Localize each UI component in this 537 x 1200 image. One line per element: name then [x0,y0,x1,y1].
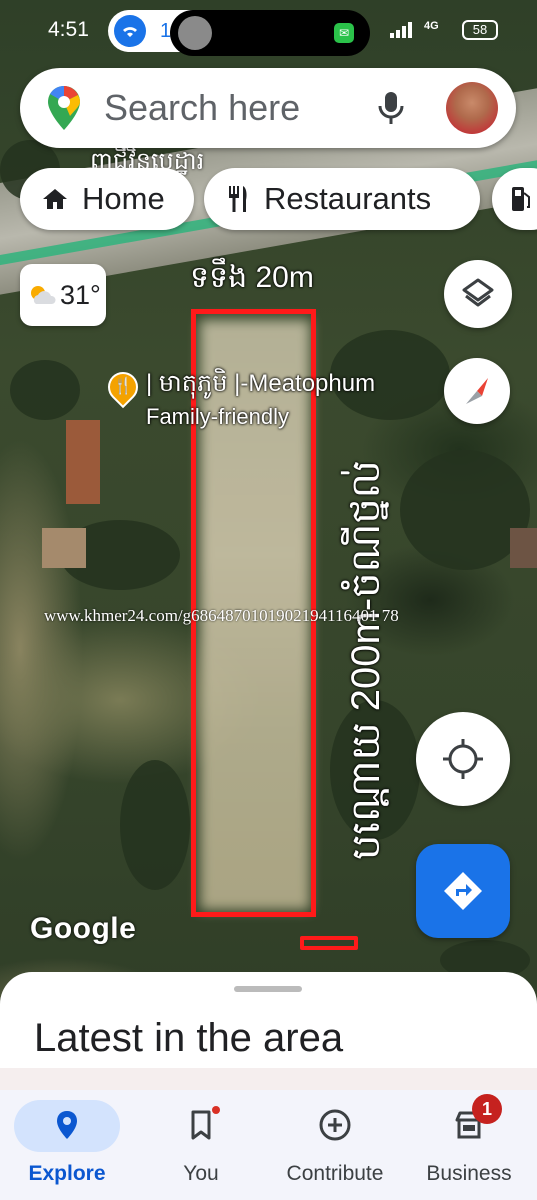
poi-name-label[interactable]: | មាតុភូមិ |-Meatophum [146,368,375,403]
directions-button[interactable] [416,844,510,938]
location-pin-icon [57,1111,77,1139]
nav-contribute-label: Contribute [286,1162,384,1185]
fork-knife-icon [229,186,247,212]
nav-you[interactable]: You [134,1090,268,1200]
building-roof [66,420,100,504]
signal-icon [390,22,414,38]
length-annotation: បណ្ដោយ 200m-ចំណីថ្នល់ [344,460,388,860]
weather-temperature: 31° [60,279,101,310]
nav-business[interactable]: 1 Business [402,1090,536,1200]
directions-icon [444,872,482,910]
tree-cluster [120,760,190,890]
google-maps-icon [48,86,80,130]
google-attribution: Google [30,912,137,945]
partly-cloudy-icon [31,286,56,304]
network-type: 4G [424,20,439,32]
land-plot-marker [300,936,358,950]
width-annotation: ទទឹង 20m [190,261,314,294]
business-badge: 1 [472,1094,502,1124]
nav-explore-label: Explore [28,1162,106,1185]
media-thumbnail-icon [178,16,212,50]
sheet-title: Latest in the area [34,1016,344,1060]
chip-home-label: Home [82,181,165,216]
chip-restaurants[interactable]: Restaurants [204,168,480,230]
sheet-drag-handle[interactable] [234,986,302,992]
nav-business-label: Business [426,1162,512,1185]
building-roof [42,528,86,568]
weather-chip[interactable]: 31° [20,264,106,326]
layers-button[interactable] [444,260,512,328]
home-icon [43,189,67,209]
layers-icon [462,278,494,307]
chip-home[interactable]: Home [20,168,194,230]
poi-subtitle-label: Family-friendly [146,404,290,429]
tree-cluster [10,360,80,420]
nav-explore[interactable]: Explore [0,1090,134,1200]
add-circle-icon [319,1109,351,1141]
building-roof [510,528,537,568]
chip-restaurants-label: Restaurants [264,181,432,216]
dynamic-island: ✉ [170,10,370,56]
watermark-text: www.khmer24.com/g6864870101902194116401 … [44,606,399,625]
bottom-navigation: Explore You Contribute 1 Business [0,1090,537,1200]
wifi-icon [114,15,146,47]
restaurant-pin-icon[interactable]: 🍴 [101,365,145,409]
search-input[interactable]: Search here [104,87,300,129]
search-bar[interactable]: Search here [20,68,516,148]
battery-icon: 58 [462,20,498,40]
microphone-icon[interactable] [376,90,406,126]
my-location-button[interactable] [416,712,510,806]
notification-dot [212,1106,220,1114]
status-time: 4:51 [48,18,89,41]
nav-you-label: You [183,1162,219,1185]
sheet-content-edge [0,1068,537,1090]
status-bar: 4:51 1 ✉ 4G 58 [0,0,537,62]
compass-icon [466,378,488,404]
wechat-icon: ✉ [334,23,354,43]
crosshair-icon [443,739,483,779]
gas-station-icon [512,187,530,211]
compass-button[interactable] [444,358,510,424]
profile-avatar[interactable] [446,82,498,134]
nav-contribute[interactable]: Contribute [268,1090,402,1200]
